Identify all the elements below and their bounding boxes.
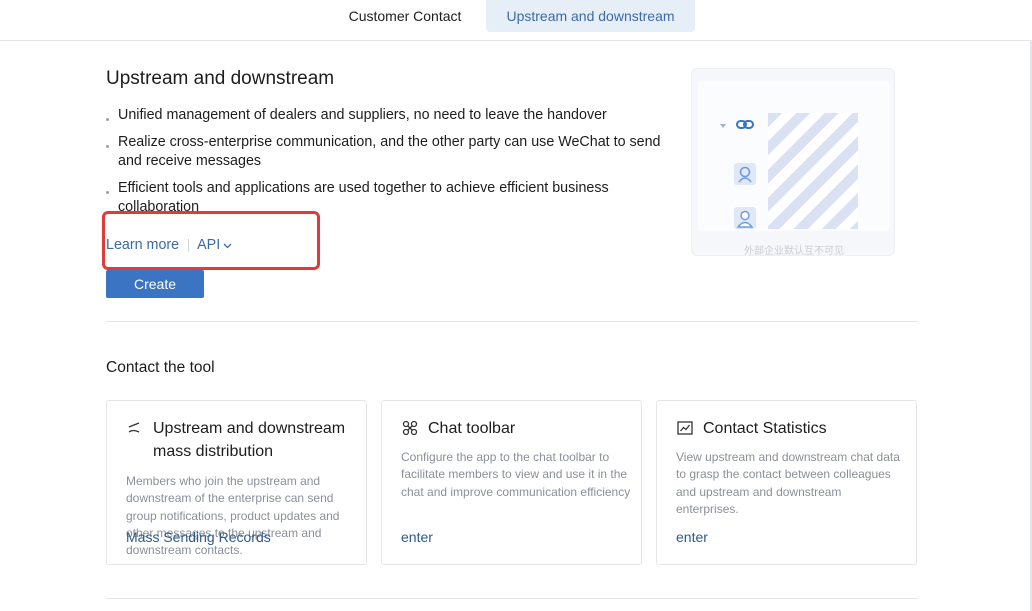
tab-upstream-downstream[interactable]: Upstream and downstream <box>486 0 695 32</box>
tab-customer-contact[interactable]: Customer Contact <box>334 0 476 32</box>
card-description: Members who join the upstream and downst… <box>126 474 340 558</box>
tool-card-contact-statistics[interactable]: Contact Statistics View upstream and dow… <box>656 400 917 565</box>
feature-item: Efficient tools and applications are use… <box>106 179 676 214</box>
enter-link[interactable]: enter <box>676 529 708 545</box>
link-icon <box>736 120 754 129</box>
enter-link[interactable]: enter <box>401 529 433 545</box>
mass-sending-records-link[interactable]: Mass Sending Records <box>126 529 271 545</box>
highlight-annotation <box>102 211 320 270</box>
create-button[interactable]: Create <box>106 270 204 298</box>
tool-card-mass-distribution[interactable]: Upstream and downstream mass distributio… <box>106 400 367 565</box>
chart-icon <box>675 418 695 438</box>
toolbar-icon <box>400 418 420 438</box>
caret-down-icon <box>720 124 726 128</box>
section-title: Upstream and downstream <box>106 68 335 89</box>
feature-list: Unified management of dealers and suppli… <box>106 106 676 214</box>
avatar-male-icon <box>734 207 756 229</box>
preview-caption: 外部企业默认互不可见 <box>744 246 844 256</box>
preview-illustration: 外部企业默认互不可见 <box>691 68 895 256</box>
card-title: Contact Statistics <box>703 420 827 437</box>
broadcast-icon <box>125 418 145 438</box>
card-description: Configure the app to the chat toolbar to… <box>401 450 631 499</box>
tools-title: Contact the tool <box>106 359 215 376</box>
card-title: Chat toolbar <box>428 420 516 437</box>
card-title: Upstream and downstream mass distributio… <box>153 420 346 460</box>
section-divider <box>106 321 918 322</box>
avatar-female-icon <box>734 163 756 185</box>
bottom-divider <box>106 598 918 599</box>
tool-card-chat-toolbar[interactable]: Chat toolbar Configure the app to the ch… <box>381 400 642 565</box>
feature-item: Unified management of dealers and suppli… <box>106 106 676 126</box>
feature-item: Realize cross-enterprise communication, … <box>106 133 676 172</box>
preview-panel <box>698 81 890 231</box>
top-tab-bar: Customer Contact Upstream and downstream <box>0 0 1032 41</box>
redacted-area <box>768 113 858 229</box>
card-description: View upstream and downstream chat data t… <box>676 450 900 516</box>
